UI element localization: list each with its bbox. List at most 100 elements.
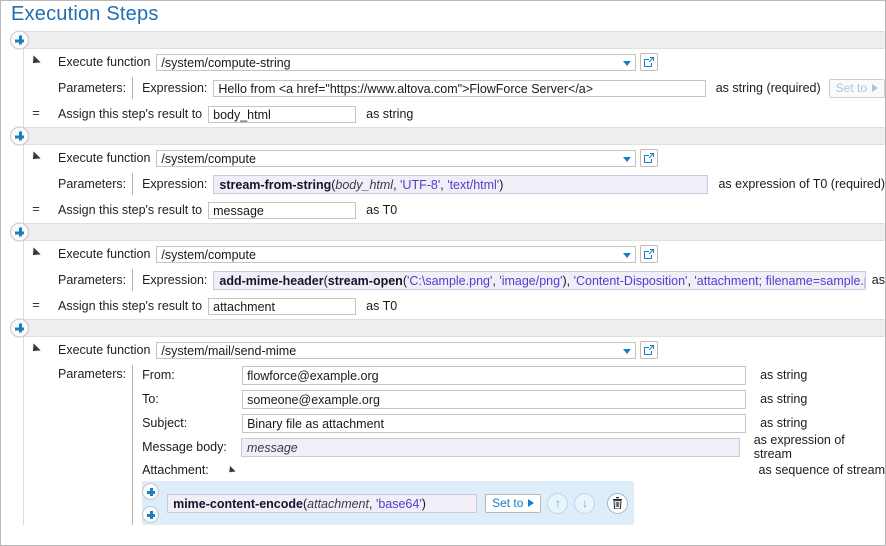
add-step-band-3 bbox=[10, 222, 885, 242]
divider bbox=[132, 173, 134, 195]
chevron-down-icon[interactable] bbox=[623, 252, 632, 258]
trash-icon[interactable] bbox=[607, 492, 629, 514]
open-external-icon[interactable] bbox=[640, 341, 659, 359]
assign-target-input-3[interactable]: attachment bbox=[208, 297, 357, 315]
attachment-expression-input[interactable]: mime-content-encode(attachment, 'base64'… bbox=[167, 493, 478, 513]
type-note-1: as string (required) bbox=[715, 81, 821, 95]
mail-field-attachment-type: as sequence of stream bbox=[758, 463, 885, 477]
step-4-function-row: Execute function /system/mail/send-mime bbox=[24, 337, 885, 363]
step-1-function-row: Execute function /system/compute-string bbox=[24, 49, 885, 75]
type-note-2: as expression of T0 (required) bbox=[718, 177, 885, 191]
open-external-icon[interactable] bbox=[640, 53, 659, 71]
type-note-3: as bbox=[871, 273, 885, 287]
set-to-button-1[interactable]: Set to bbox=[828, 78, 885, 98]
execute-function-label: Execute function bbox=[58, 151, 151, 165]
expression-label-3: Expression: bbox=[142, 273, 208, 287]
assign-target-input-2[interactable]: message bbox=[208, 201, 357, 219]
expression-label-2: Expression: bbox=[142, 177, 208, 191]
mail-field-message-body-label: Message body: bbox=[142, 440, 227, 454]
assign-type-2: as T0 bbox=[366, 203, 398, 217]
execute-function-label: Execute function bbox=[58, 343, 151, 357]
mail-field-message-body-type: as expression of stream bbox=[753, 433, 845, 461]
mail-field-to: To: someone@example.org as string bbox=[142, 387, 885, 411]
page-title: Execution Steps bbox=[11, 3, 159, 25]
plus-icon[interactable] bbox=[10, 30, 29, 50]
expression-token: stream-from-string bbox=[219, 177, 332, 192]
parameters-label: Parameters: bbox=[58, 367, 127, 381]
assign-result-label-1: Assign this step's result to bbox=[58, 107, 203, 121]
step-2-assign-row: = Assign this step's result to message a… bbox=[24, 197, 885, 223]
steps-container: Execute function /system/compute-string … bbox=[1, 30, 885, 545]
add-step-band-4 bbox=[10, 318, 885, 338]
plus-icon[interactable] bbox=[10, 222, 29, 242]
open-external-icon[interactable] bbox=[640, 245, 659, 263]
parameters-label: Parameters: bbox=[58, 81, 127, 95]
arrow-down-icon[interactable]: ↓ bbox=[574, 492, 596, 514]
mail-field-to-label: To: bbox=[142, 392, 159, 406]
expression-token: 'UTF-8' bbox=[400, 177, 441, 192]
mail-field-subject-type: as string bbox=[760, 416, 808, 430]
assign-target-value-3: attachment bbox=[213, 299, 275, 314]
expression-value-1: Hello from <a href="https://www.altova.c… bbox=[218, 81, 594, 96]
expression-input-3[interactable]: add-mime-header(stream-open('C:\sample.p… bbox=[213, 270, 866, 290]
attachment-set-to-label: Set to bbox=[492, 496, 524, 510]
expression-label-1: Expression: bbox=[142, 81, 208, 95]
function-path-input-3[interactable]: /system/compute bbox=[156, 245, 637, 263]
mail-field-message-body: Message body: message as expression of s… bbox=[142, 433, 885, 461]
assign-target-value-1: body_html bbox=[213, 107, 271, 122]
mail-parameter-grid: From: flowforce@example.org as string To… bbox=[142, 363, 885, 525]
expression-token: , bbox=[393, 177, 401, 192]
function-path-input-2[interactable]: /system/compute bbox=[156, 149, 637, 167]
plus-icon[interactable] bbox=[10, 126, 29, 146]
function-path-input-4[interactable]: /system/mail/send-mime bbox=[156, 341, 637, 359]
mail-field-to-input[interactable]: someone@example.org bbox=[242, 389, 747, 409]
plus-icon[interactable] bbox=[10, 318, 29, 338]
function-path-input-1[interactable]: /system/compute-string bbox=[156, 53, 637, 71]
collapse-triangle-icon[interactable] bbox=[226, 465, 236, 475]
chevron-down-icon[interactable] bbox=[623, 156, 632, 162]
assign-type-1: as string bbox=[366, 107, 414, 121]
plus-icon[interactable] bbox=[142, 506, 160, 523]
equals-sign: = bbox=[32, 297, 40, 312]
step-3-function-row: Execute function /system/compute bbox=[24, 241, 885, 267]
expression-token: ) bbox=[499, 177, 504, 192]
step-3: Execute function /system/compute Paramet… bbox=[23, 241, 885, 319]
expression-token: body_html bbox=[335, 177, 394, 192]
assign-type-3: as T0 bbox=[366, 299, 398, 313]
mail-field-attachment-header: Attachment: as sequence of stream bbox=[142, 459, 885, 481]
divider bbox=[132, 269, 134, 291]
expression-token: , bbox=[368, 496, 376, 511]
expression-token: 'base64' bbox=[375, 496, 422, 511]
mail-field-from-input[interactable]: flowforce@example.org bbox=[242, 365, 747, 385]
plus-icon[interactable] bbox=[142, 483, 160, 500]
mail-field-subject-label: Subject: bbox=[142, 416, 188, 430]
function-path-value-1: /system/compute-string bbox=[161, 55, 291, 70]
expression-token: 'Content-Disposition' bbox=[573, 273, 688, 288]
equals-sign: = bbox=[32, 201, 40, 216]
expression-token: 'image/png' bbox=[499, 273, 563, 288]
mail-field-subject: Subject: Binary file as attachment as st… bbox=[142, 411, 885, 435]
expression-input-1[interactable]: Hello from <a href="https://www.altova.c… bbox=[213, 79, 706, 97]
attachment-selected-panel: mime-content-encode(attachment, 'base64'… bbox=[142, 481, 635, 525]
attachment-set-to-button[interactable]: Set to bbox=[485, 493, 542, 513]
chevron-down-icon[interactable] bbox=[623, 348, 632, 354]
mail-field-subject-input[interactable]: Binary file as attachment bbox=[242, 413, 747, 433]
expression-token: 'text/html' bbox=[447, 177, 500, 192]
assign-target-value-2: message bbox=[213, 203, 264, 218]
expression-token: stream-open bbox=[327, 273, 403, 288]
attachment-add-buttons bbox=[142, 483, 160, 523]
function-path-value-3: /system/compute bbox=[161, 247, 256, 262]
open-external-icon[interactable] bbox=[640, 149, 659, 167]
step-1-parameters-row: Parameters: Expression: Hello from <a hr… bbox=[24, 75, 885, 101]
step-2-function-row: Execute function /system/compute bbox=[24, 145, 885, 171]
attachment-row: mime-content-encode(attachment, 'base64'… bbox=[142, 481, 885, 525]
add-step-band-1 bbox=[10, 30, 885, 50]
expression-token: 'attachment; filename=sample.png' bbox=[694, 273, 864, 288]
caret-right-icon bbox=[528, 499, 535, 507]
chevron-down-icon[interactable] bbox=[623, 60, 632, 66]
expression-token: attachment bbox=[307, 496, 369, 511]
mail-field-message-body-input[interactable]: message bbox=[241, 437, 740, 457]
arrow-up-icon[interactable]: ↑ bbox=[547, 492, 569, 514]
expression-input-2[interactable]: stream-from-string(body_html, 'UTF-8', '… bbox=[213, 174, 709, 194]
assign-target-input-1[interactable]: body_html bbox=[208, 105, 357, 123]
